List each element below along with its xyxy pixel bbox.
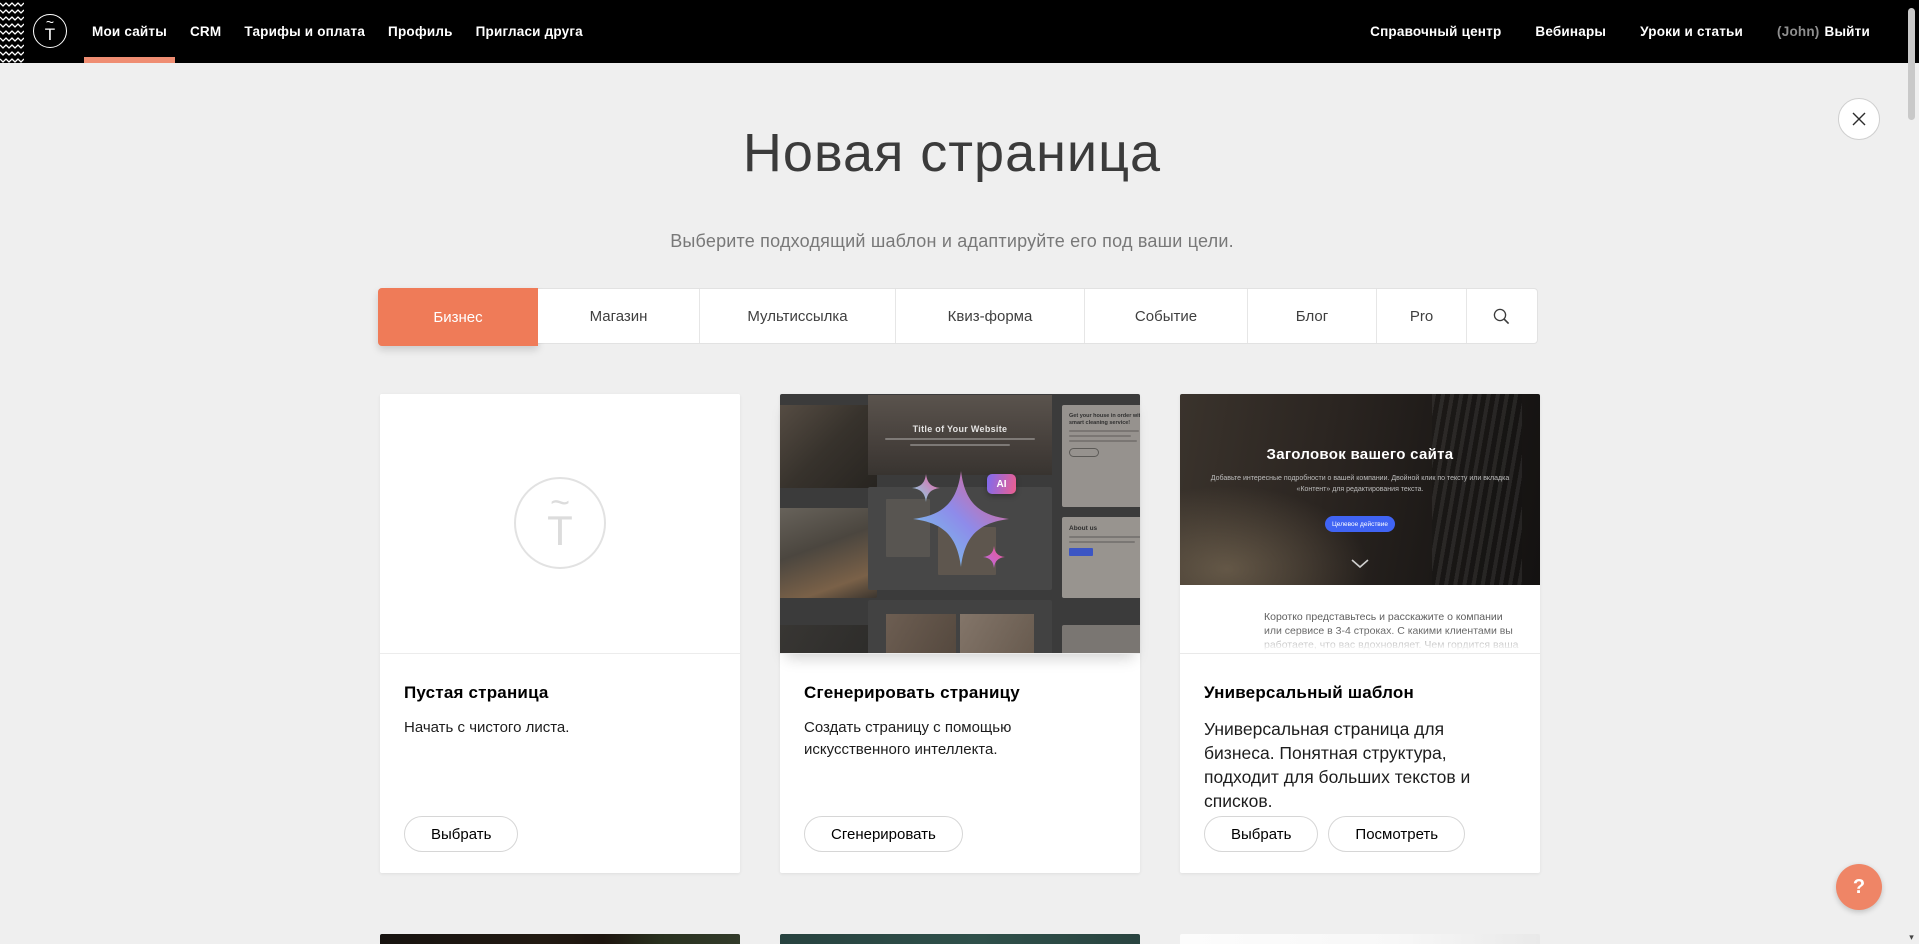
nav-item-profile[interactable]: Профиль [388,0,453,63]
choose-button[interactable]: Выбрать [1204,816,1318,852]
page-subtitle: Выберите подходящий шаблон и адаптируйте… [0,231,1904,252]
scrollbar-thumb[interactable] [1908,8,1915,120]
tilda-logo-t: T [45,26,55,43]
template-grid-row2-clipped [380,934,1540,944]
website-collage: Title of Your Website Get your ho [780,394,1140,653]
collage-outline-button [1069,448,1099,457]
nav-item-webinars[interactable]: Вебинары [1535,0,1606,63]
tilda-logo[interactable]: ~ T [33,14,67,48]
generate-button[interactable]: Сгенерировать [804,816,963,852]
collage-hero-title: Title of Your Website [913,424,1008,434]
template-hero-image: Заголовок вашего сайта Добавьте интересн… [1180,394,1540,585]
page-title: Новая страница [0,122,1904,184]
template-card-grid: ~ T Пустая страница Начать с чистого лис… [380,394,1540,873]
nav-item-invite-friend[interactable]: Пригласи друга [476,0,583,63]
template-card-universal[interactable]: Заголовок вашего сайта Добавьте интересн… [1180,394,1540,873]
collage-about-heading: About us [1069,525,1140,533]
card-description: Начать с чистого листа. [404,717,716,739]
logout-label: Выйти [1825,24,1871,39]
new-page-template-chooser: ~ T Мои сайты CRM Тарифы и оплата Профил… [0,0,1919,944]
template-cta-button: Целевое действие [1325,516,1395,532]
tab-multilink[interactable]: Мультиссылка [700,289,896,343]
collage-photo-desk [780,405,877,488]
card-body: Пустая страница Начать с чистого листа. … [380,655,740,873]
tab-quiz-form[interactable]: Квиз-форма [896,289,1085,343]
zigzag-pattern-decoration [0,0,24,63]
scrollbar-down-arrow[interactable]: ▾ [1906,932,1917,943]
card-actions: Выбрать Посмотреть [1204,816,1465,852]
nav-item-my-sites[interactable]: Мои сайты [92,0,167,63]
user-name-label: (John) [1777,24,1819,39]
ai-sparkle-small-bottom [983,546,1005,568]
tab-store[interactable]: Магазин [538,289,700,343]
card-title: Универсальный шаблон [1204,683,1516,703]
search-icon [1492,307,1511,326]
collage-photo-meeting [780,625,877,654]
card-description: Универсальная страница для бизнеса. Поня… [1204,717,1516,814]
card-body: Универсальный шаблон Универсальная стран… [1180,655,1540,873]
chevron-down-icon [1350,558,1370,570]
ai-badge: AI [987,474,1016,494]
tab-event[interactable]: Событие [1085,289,1248,343]
card-description: Создать страницу с помощью искусственног… [804,717,1044,761]
card-actions: Выбрать [404,816,518,852]
universal-template-preview: Заголовок вашего сайта Добавьте интересн… [1180,394,1540,654]
nav-right-menu: Справочный центр Вебинары Уроки и статьи… [1370,0,1870,63]
choose-button[interactable]: Выбрать [404,816,518,852]
top-nav: ~ T Мои сайты CRM Тарифы и оплата Профил… [0,0,1919,63]
collage-panel-photos [868,600,1052,654]
collage-panel-bottom [1062,625,1140,654]
page-scrollbar[interactable]: ▾ [1904,0,1919,944]
collage-blue-button [1069,548,1093,556]
template-card-ai-generate[interactable]: Title of Your Website Get your ho [780,394,1140,873]
hero-photo-laptop [1180,485,1370,585]
collage-photo-livingroom [780,508,877,598]
tab-business[interactable]: Бизнес [378,288,538,346]
tab-blog[interactable]: Блог [1248,289,1377,343]
collage-panel-service: Get your house in order with a smart cle… [1062,405,1140,507]
blank-page-preview: ~ T [380,394,740,654]
collage-panel-service-text: Get your house in order with a smart cle… [1069,413,1140,427]
collage-hero-subline [885,438,1035,440]
template-category-tabs: Бизнес Магазин Мультиссылка Квиз-форма С… [378,288,1538,344]
nav-item-help-center[interactable]: Справочный центр [1370,0,1501,63]
help-button[interactable]: ? [1836,864,1882,910]
card-title: Сгенерировать страницу [804,683,1116,703]
collage-hero-subline [910,444,1010,446]
nav-item-crm[interactable]: CRM [190,0,221,63]
nav-item-tariffs[interactable]: Тарифы и оплата [244,0,365,63]
tilda-watermark-icon: ~ T [514,477,606,569]
view-button[interactable]: Посмотреть [1328,816,1465,852]
card-title: Пустая страница [404,683,716,703]
nav-left-menu: Мои сайты CRM Тарифы и оплата Профиль Пр… [92,0,583,63]
template-card-blank-page[interactable]: ~ T Пустая страница Начать с чистого лис… [380,394,740,873]
collage-hero-block: Title of Your Website [868,395,1052,475]
nav-item-logout[interactable]: (John) Выйти [1777,0,1870,63]
watermark-t: T [547,512,573,550]
template-hero-subtitle: Добавьте интересные подробности о вашей … [1210,474,1510,495]
card-body: Сгенерировать страницу Создать страницу … [780,655,1140,873]
preview-fade-overlay [1180,630,1540,654]
nav-item-lessons[interactable]: Уроки и статьи [1640,0,1743,63]
ai-collage-preview: Title of Your Website Get your ho [780,394,1140,654]
collage-panel-about: About us [1062,517,1140,598]
template-card-partial[interactable] [780,934,1140,944]
tab-search[interactable] [1467,289,1536,343]
card-actions: Сгенерировать [804,816,963,852]
question-mark-icon: ? [1853,876,1865,899]
tab-pro[interactable]: Pro [1377,289,1467,343]
template-card-partial[interactable] [1180,934,1540,944]
template-card-partial[interactable] [380,934,740,944]
template-hero-title: Заголовок вашего сайта [1180,446,1540,463]
